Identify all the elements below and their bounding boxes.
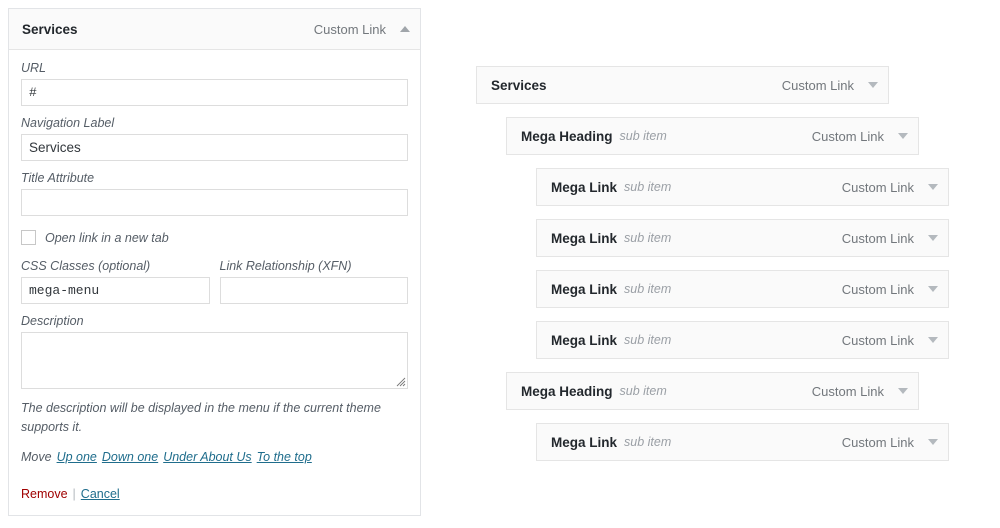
css-classes-field-group: CSS Classes (optional) [21,259,210,304]
menu-row-title: Mega Heading [521,129,613,144]
menu-row-title: Mega Link [551,333,617,348]
menu-row-title: Mega Link [551,435,617,450]
menu-structure-row[interactable]: Mega Link sub itemCustom Link [536,270,949,308]
menu-row-sub-item-label: sub item [624,333,842,347]
open-in-new-tab-label: Open link in a new tab [45,231,169,245]
editor-actions-row: Remove | Cancel [21,487,408,501]
classes-and-xfn-row: CSS Classes (optional) Link Relationship… [21,259,408,304]
menu-item-editor-header[interactable]: Services Custom Link [9,9,420,50]
menu-item-type-label: Custom Link [314,22,386,37]
menu-structure-row[interactable]: Mega Heading sub itemCustom Link [506,372,919,410]
caret-down-icon[interactable] [868,82,878,88]
menu-row-title: Mega Link [551,231,617,246]
move-under-parent-link[interactable]: Under About Us [163,450,251,464]
menu-structure-row[interactable]: Mega Link sub itemCustom Link [536,423,949,461]
url-input[interactable] [21,79,408,106]
navigation-label-field-group: Navigation Label [21,116,408,161]
move-links-row: Move Up one Down one Under About Us To the t… [21,450,408,464]
caret-down-icon[interactable] [928,439,938,445]
move-up-one-link[interactable]: Up one [57,450,97,464]
menu-row-type-label: Custom Link [812,384,884,399]
menu-item-editor-body: URL Navigation Label Title Attribute Ope… [9,50,420,515]
url-field-group: URL [21,61,408,106]
move-down-one-link[interactable]: Down one [102,450,158,464]
navigation-label-input[interactable] [21,134,408,161]
caret-down-icon[interactable] [928,184,938,190]
title-attribute-input[interactable] [21,189,408,216]
resize-grip-icon[interactable] [396,377,406,387]
xfn-field-group: Link Relationship (XFN) [220,259,409,304]
description-textarea[interactable] [21,332,408,389]
title-attribute-field-group: Title Attribute [21,171,408,216]
caret-down-icon[interactable] [928,286,938,292]
url-label: URL [21,61,408,75]
menu-row-type-label: Custom Link [842,435,914,450]
menu-row-type-label: Custom Link [842,333,914,348]
caret-down-icon[interactable] [898,388,908,394]
css-classes-label: CSS Classes (optional) [21,259,210,273]
move-to-top-link[interactable]: To the top [257,450,312,464]
menu-item-title: Services [22,22,314,37]
open-in-new-tab-checkbox[interactable] [21,230,36,245]
caret-down-icon[interactable] [928,235,938,241]
menu-structure-row[interactable]: Mega Heading sub itemCustom Link [506,117,919,155]
caret-down-icon[interactable] [898,133,908,139]
menu-row-sub-item-label: sub item [624,435,842,449]
move-label: Move [21,450,52,464]
menu-row-type-label: Custom Link [842,180,914,195]
description-field-group: Description [21,314,408,389]
remove-link[interactable]: Remove [21,487,68,501]
menu-row-sub-item-label: sub item [624,180,842,194]
menu-row-type-label: Custom Link [842,282,914,297]
caret-up-icon[interactable] [400,26,410,32]
menu-row-title: Services [491,78,547,93]
description-label: Description [21,314,408,328]
caret-down-icon[interactable] [928,337,938,343]
menu-row-title: Mega Heading [521,384,613,399]
menu-row-type-label: Custom Link [842,231,914,246]
xfn-label: Link Relationship (XFN) [220,259,409,273]
menu-structure-row[interactable]: Mega Link sub itemCustom Link [536,321,949,359]
menu-row-sub-item-label: sub item [624,282,842,296]
menu-row-sub-item-label: sub item [624,231,842,245]
menu-row-sub-item-label: sub item [620,129,812,143]
menu-row-type-label: Custom Link [782,78,854,93]
menu-structure-row[interactable]: Services Custom Link [476,66,889,104]
menu-structure-row[interactable]: Mega Link sub itemCustom Link [536,168,949,206]
title-attribute-label: Title Attribute [21,171,408,185]
description-help-text: The description will be displayed in the… [21,399,408,438]
xfn-input[interactable] [220,277,409,304]
cancel-link[interactable]: Cancel [81,487,120,501]
menu-structure-row[interactable]: Mega Link sub itemCustom Link [536,219,949,257]
navigation-label-label: Navigation Label [21,116,408,130]
actions-separator: | [73,487,76,501]
menu-row-title: Mega Link [551,180,617,195]
css-classes-input[interactable] [21,277,210,304]
menu-row-title: Mega Link [551,282,617,297]
menu-row-sub-item-label: sub item [620,384,812,398]
open-in-new-tab-row[interactable]: Open link in a new tab [21,230,408,245]
menu-item-editor-panel: Services Custom Link URL Navigation Labe… [8,8,421,516]
menu-row-type-label: Custom Link [812,129,884,144]
